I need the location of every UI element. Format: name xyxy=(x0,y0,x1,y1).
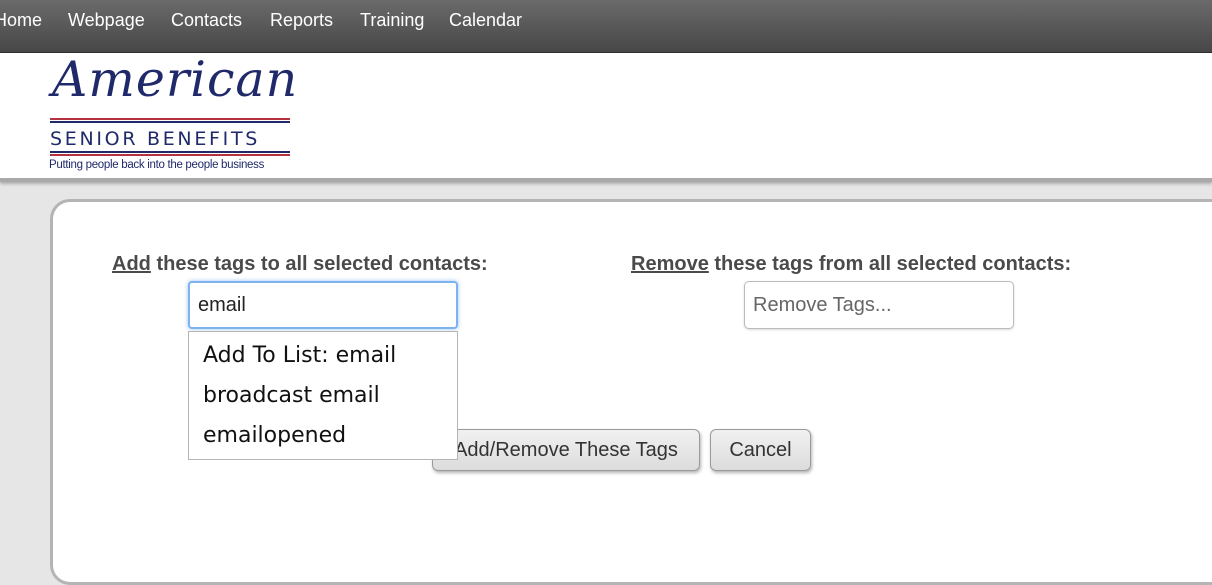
nav-item-training[interactable]: Training xyxy=(360,10,424,31)
remove-tags-input[interactable] xyxy=(744,281,1014,329)
nav-item-webpage[interactable]: Webpage xyxy=(68,10,145,31)
cancel-button[interactable]: Cancel xyxy=(710,429,811,471)
company-logo[interactable]: American SENIOR BENEFITS Putting people … xyxy=(48,51,297,175)
nav-item-home[interactable]: Home xyxy=(0,10,42,31)
nav-item-calendar[interactable]: Calendar xyxy=(449,10,522,31)
suggestion-item[interactable]: emailopened xyxy=(189,416,457,456)
add-remove-tags-button[interactable]: Add/Remove These Tags xyxy=(432,429,700,471)
nav-item-reports[interactable]: Reports xyxy=(270,10,333,31)
logo-rule xyxy=(50,154,290,156)
remove-label-rest: these tags from all selected contacts: xyxy=(708,253,1072,275)
add-label-underlined: Add xyxy=(112,253,151,275)
logo-rule xyxy=(50,118,290,120)
logo-subtitle: SENIOR BENEFITS xyxy=(50,128,261,150)
remove-label-underlined: Remove xyxy=(631,253,709,275)
suggestion-item[interactable]: Add To List: email xyxy=(189,336,457,376)
top-nav-bar: Home Webpage Contacts Reports Training C… xyxy=(0,0,1212,53)
nav-item-contacts[interactable]: Contacts xyxy=(171,10,242,31)
logo-rule xyxy=(50,121,290,123)
logo-script-text: American xyxy=(52,51,299,108)
tag-suggestions-dropdown: Add To List: email broadcast email email… xyxy=(188,331,458,460)
logo-tagline: Putting people back into the people busi… xyxy=(49,159,265,171)
logo-rule xyxy=(50,151,290,153)
add-tags-label: Add these tags to all selected contacts: xyxy=(112,253,488,276)
page-header: American SENIOR BENEFITS Putting people … xyxy=(0,51,1212,182)
suggestion-item[interactable]: broadcast email xyxy=(189,376,457,416)
remove-tags-label: Remove these tags from all selected cont… xyxy=(631,253,1071,276)
add-tags-input[interactable] xyxy=(188,281,458,329)
add-label-rest: these tags to all selected contacts: xyxy=(150,253,488,275)
